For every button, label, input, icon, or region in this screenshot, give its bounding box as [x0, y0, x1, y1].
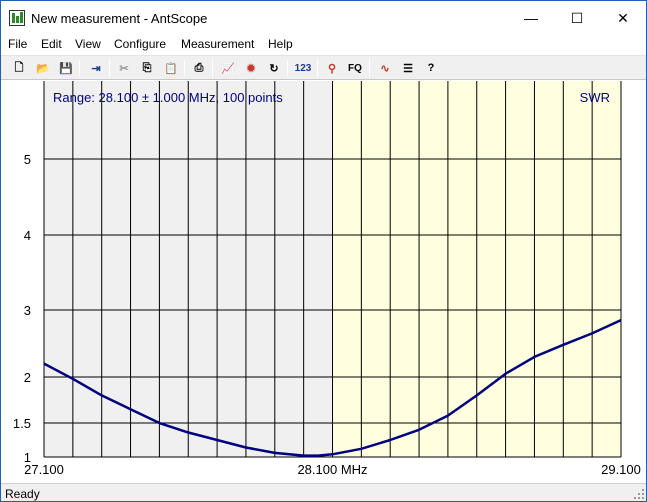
save-icon[interactable]: 💾 — [56, 58, 76, 78]
cut-icon[interactable]: ✂ — [114, 58, 134, 78]
window-title: New measurement - AntScope — [31, 11, 208, 26]
mode-label: SWR — [580, 90, 610, 105]
maximize-button[interactable]: ☐ — [554, 1, 600, 35]
minimize-icon: — — [524, 10, 538, 26]
y-tick-label: 2 — [24, 370, 31, 385]
toolbar: 🗋 📂 💾 ⇥ ✂ ⎘ 📋 ⎙ 📈 ✹ ↻ 123 ⚲ FQ ∿ ☰ ? — [1, 55, 646, 80]
y-tick-label: 1.5 — [13, 416, 31, 431]
title-bar[interactable]: New measurement - AntScope — ☐ ✕ — [1, 1, 646, 35]
range-label: Range: 28.100 ± 1.000 MHz, 100 points — [53, 90, 283, 105]
copy-icon[interactable]: ⎘ — [137, 58, 157, 78]
list-icon[interactable]: ☰ — [398, 58, 418, 78]
chart-icon[interactable]: 📈 — [218, 58, 238, 78]
chart-area[interactable]: 1 1.5 2 3 4 5 27.100 28.100 MHz 29.100 Range: 28.… — [1, 81, 646, 483]
menu-file[interactable]: File — [8, 37, 27, 51]
numbers-icon[interactable]: 123 — [293, 58, 313, 78]
status-bar: Ready — [1, 483, 646, 501]
x-tick-label: 27.100 — [24, 462, 64, 477]
close-button[interactable]: ✕ — [600, 1, 646, 35]
x-tick-label: 29.100 — [601, 462, 641, 477]
resize-grip-icon[interactable] — [634, 489, 644, 499]
maximize-icon: ☐ — [570, 9, 584, 26]
new-file-icon[interactable]: 🗋 — [9, 58, 29, 78]
menu-edit[interactable]: Edit — [41, 37, 62, 51]
minimize-button[interactable]: — — [508, 1, 554, 35]
open-folder-icon[interactable]: 📂 — [33, 58, 53, 78]
menu-measurement[interactable]: Measurement — [181, 37, 254, 51]
waveform-icon[interactable]: ∿ — [375, 58, 395, 78]
repeat-icon[interactable]: ↻ — [264, 58, 284, 78]
menu-view[interactable]: View — [75, 37, 101, 51]
menu-help[interactable]: Help — [268, 37, 293, 51]
menu-configure[interactable]: Configure — [114, 37, 166, 51]
y-tick-label: 3 — [24, 303, 31, 318]
swr-chart[interactable]: 11.5234527.100 28.100 MHz 29.100Range: 28.… — [1, 81, 646, 483]
help-icon[interactable]: ? — [421, 58, 441, 78]
antenna-icon[interactable]: ⚲ — [322, 58, 342, 78]
scan-icon[interactable]: ✹ — [241, 58, 261, 78]
y-tick-label: 5 — [24, 152, 31, 167]
frequency-icon[interactable]: FQ — [345, 58, 365, 78]
menu-bar: File Edit View Configure Measurement Hel… — [1, 35, 646, 55]
antscope-app-icon — [9, 10, 25, 26]
status-text: Ready — [5, 487, 40, 501]
paste-icon[interactable]: 📋 — [161, 58, 181, 78]
close-icon: ✕ — [617, 9, 629, 26]
x-tick-label: 28.100 MHz — [297, 462, 367, 477]
y-tick-label: 4 — [24, 228, 31, 243]
export-icon[interactable]: ⇥ — [86, 58, 106, 78]
print-icon[interactable]: ⎙ — [189, 58, 209, 78]
app-window: New measurement - AntScope — ☐ ✕ File Ed… — [0, 0, 647, 502]
